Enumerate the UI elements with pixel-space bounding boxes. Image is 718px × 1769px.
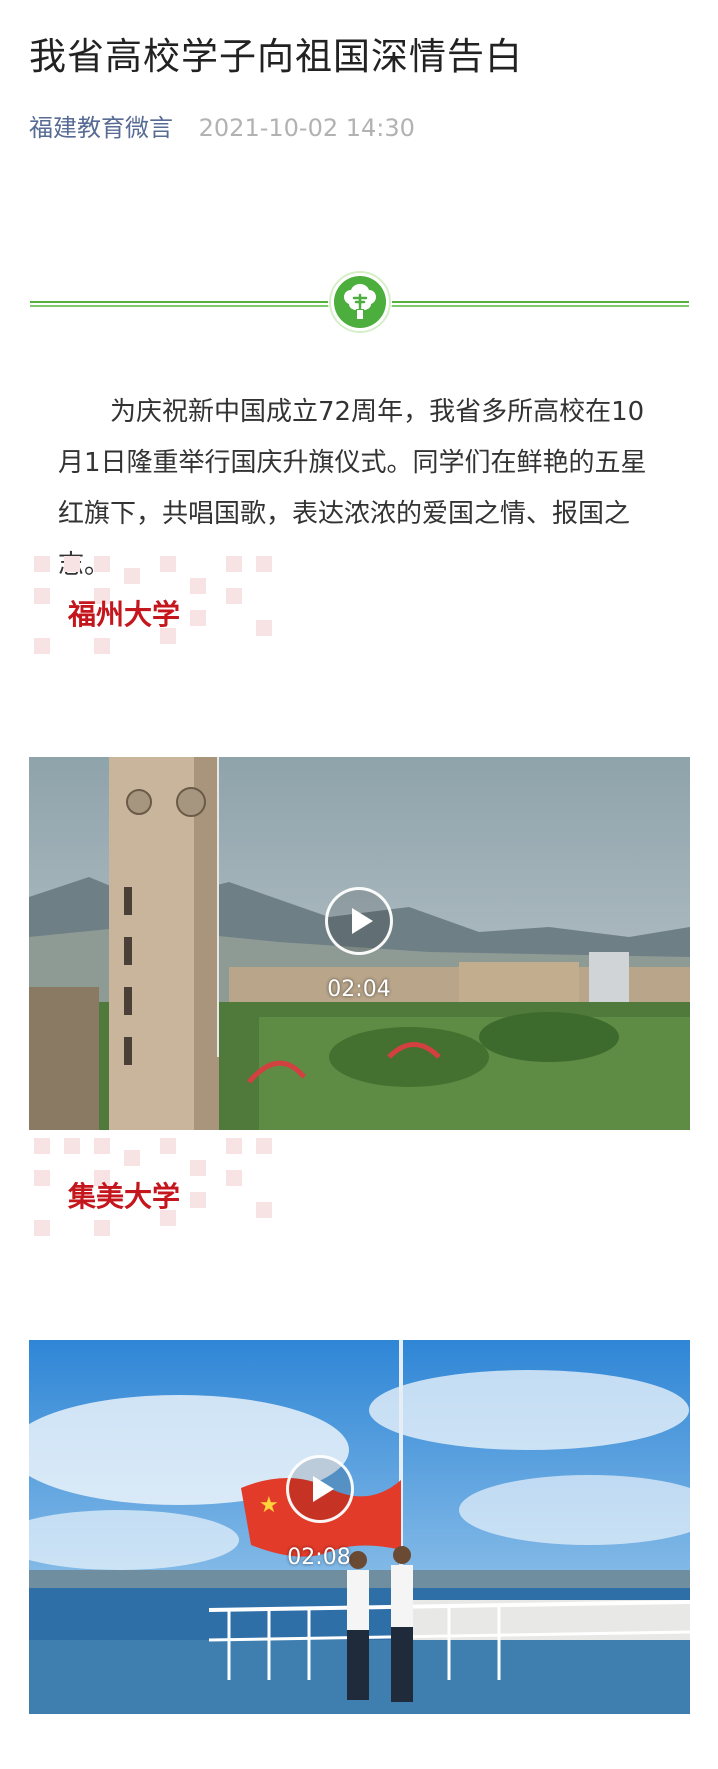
play-button[interactable]	[325, 887, 393, 955]
publish-time: 2021-10-02 14:30	[198, 114, 415, 142]
video-player-jimei[interactable]: ★ 02:08	[29, 1340, 690, 1714]
video-duration: 02:04	[327, 977, 391, 1002]
section-divider	[30, 268, 689, 340]
play-icon	[351, 908, 373, 934]
section-title: 福州大学	[68, 598, 181, 631]
author-link[interactable]: 福建教育微言	[29, 114, 173, 142]
section-title: 集美大学	[68, 1180, 181, 1213]
article-meta: 福建教育微言 2021-10-02 14:30	[29, 108, 415, 143]
svg-text:★: ★	[259, 1493, 279, 1518]
video-player-fuzhou[interactable]: 02:04	[29, 757, 690, 1130]
tree-icon	[328, 270, 392, 334]
article-title: 我省高校学子向祖国深情告白	[29, 35, 523, 78]
section-header-fuzhou: 福州大学	[30, 548, 690, 668]
play-button[interactable]	[286, 1455, 354, 1523]
video-thumbnail: ★	[29, 1340, 690, 1714]
section-header-jimei: 集美大学	[30, 1130, 690, 1250]
play-icon	[312, 1476, 334, 1502]
video-duration: 02:08	[287, 1545, 351, 1570]
